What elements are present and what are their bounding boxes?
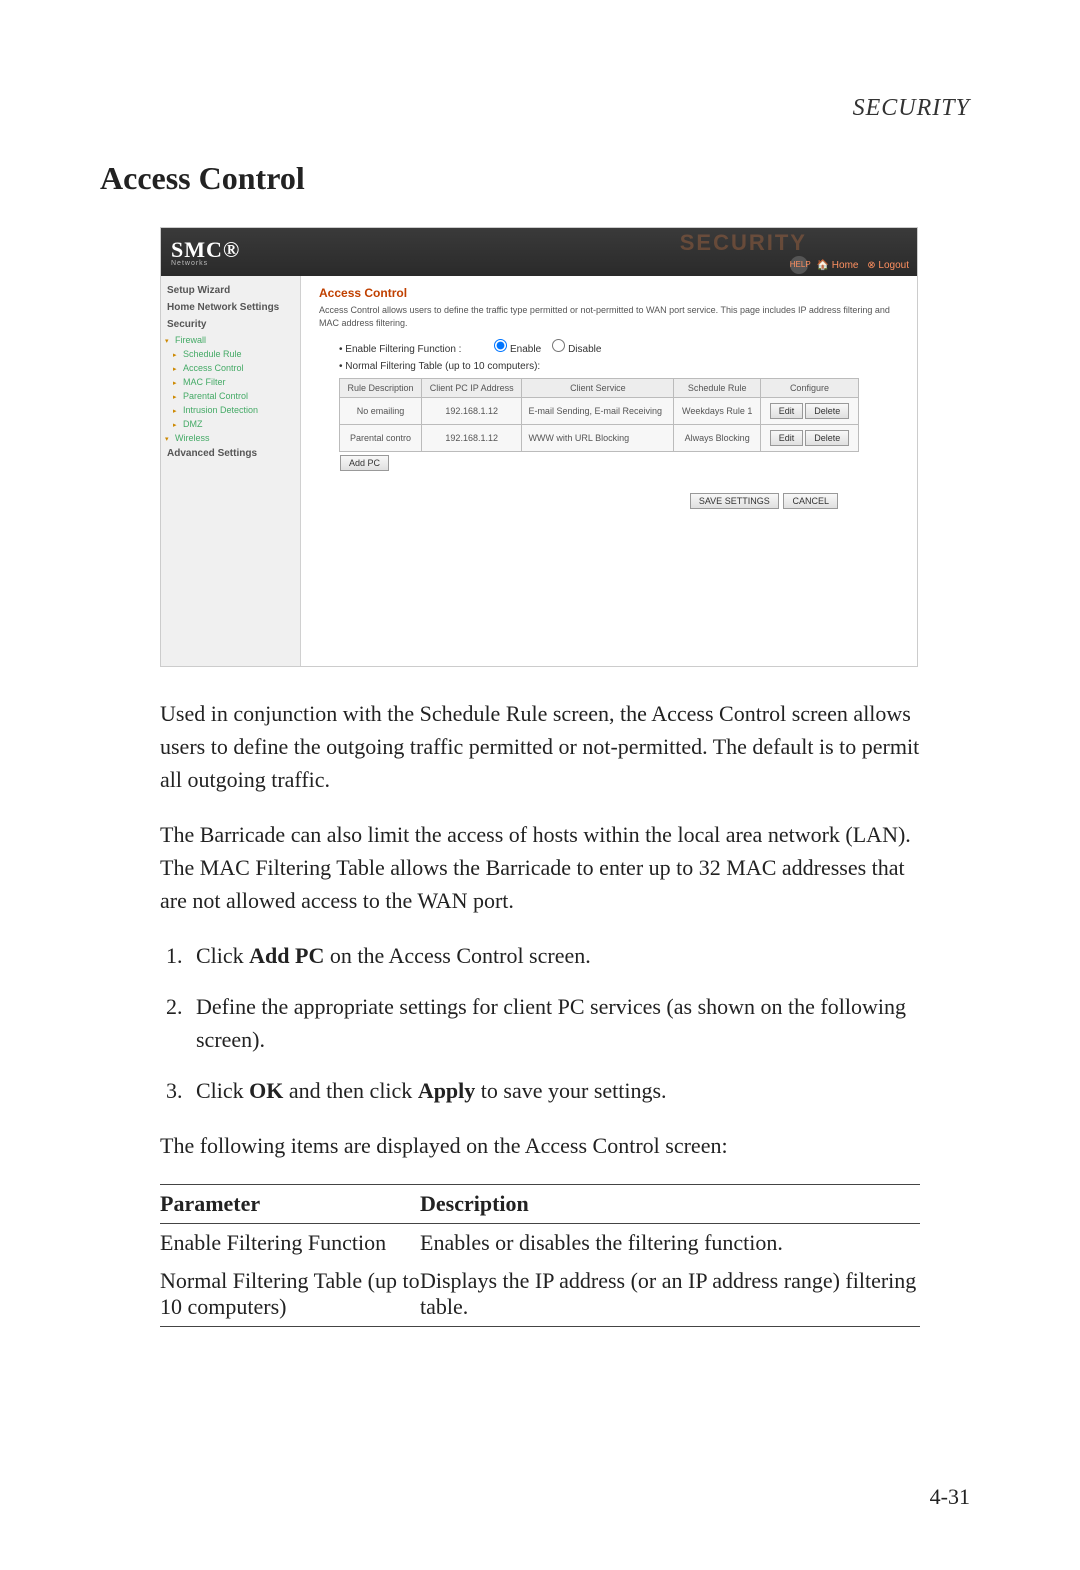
enable-label: Enable Filtering Function : bbox=[345, 344, 461, 355]
cell-service: E-mail Sending, E-mail Receiving bbox=[522, 398, 674, 425]
cell-rule: No emailing bbox=[340, 398, 422, 425]
param-name: Normal Filtering Table (up to 10 compute… bbox=[160, 1262, 420, 1327]
sidebar-item-access-control[interactable]: Access Control bbox=[161, 361, 300, 375]
paragraph-1: Used in conjunction with the Schedule Ru… bbox=[160, 697, 920, 796]
logout-link[interactable]: ⊗ Logout bbox=[867, 260, 909, 271]
cell-rule: Parental contro bbox=[340, 425, 422, 452]
sidebar-item-wireless[interactable]: Wireless bbox=[161, 431, 300, 445]
enable-row: • Enable Filtering Function : Enable Dis… bbox=[339, 339, 899, 355]
cell-ip: 192.168.1.12 bbox=[421, 425, 521, 452]
param-desc: Enables or disables the filtering functi… bbox=[420, 1224, 920, 1263]
header-ghost-text: SECURITY bbox=[680, 230, 807, 256]
th-rule: Rule Description bbox=[340, 379, 422, 398]
th-configure: Configure bbox=[760, 379, 858, 398]
panel-description: Access Control allows users to define th… bbox=[319, 304, 899, 329]
body-copy: Used in conjunction with the Schedule Ru… bbox=[160, 697, 920, 1162]
edit-button[interactable]: Edit bbox=[770, 430, 804, 446]
cell-schedule: Weekdays Rule 1 bbox=[674, 398, 760, 425]
home-link[interactable]: 🏠 Home bbox=[817, 260, 859, 271]
edit-button[interactable]: Edit bbox=[770, 403, 804, 419]
param-name: Enable Filtering Function bbox=[160, 1224, 420, 1263]
sidebar-item-setup-wizard[interactable]: Setup Wizard bbox=[161, 282, 300, 299]
cell-schedule: Always Blocking bbox=[674, 425, 760, 452]
paragraph-2: The Barricade can also limit the access … bbox=[160, 818, 920, 917]
normal-filtering-label: • Normal Filtering Table (up to 10 compu… bbox=[339, 361, 899, 372]
th-client-ip: Client PC IP Address bbox=[421, 379, 521, 398]
cell-configure: EditDelete bbox=[760, 398, 858, 425]
content-panel: Access Control Access Control allows use… bbox=[301, 276, 917, 666]
param-header-description: Description bbox=[420, 1185, 920, 1224]
sidebar-item-security[interactable]: Security bbox=[161, 316, 300, 333]
sidebar-item-schedule-rule[interactable]: Schedule Rule bbox=[161, 347, 300, 361]
delete-button[interactable]: Delete bbox=[805, 430, 849, 446]
table-row: Parental contro 192.168.1.12 WWW with UR… bbox=[340, 425, 859, 452]
cancel-button[interactable]: CANCEL bbox=[783, 493, 838, 509]
sidebar-item-firewall[interactable]: Firewall bbox=[161, 333, 300, 347]
disable-radio-label: Disable bbox=[568, 344, 601, 355]
header-links: HELP 🏠 Home ⊗ Logout bbox=[784, 256, 909, 274]
step-2: Define the appropriate settings for clie… bbox=[188, 990, 920, 1056]
app-header: SMC® Networks SECURITY HELP 🏠 Home ⊗ Log… bbox=[161, 228, 917, 276]
save-settings-button[interactable]: SAVE SETTINGS bbox=[690, 493, 779, 509]
logo: SMC® bbox=[171, 237, 240, 263]
cell-ip: 192.168.1.12 bbox=[421, 398, 521, 425]
parameter-table: Parameter Description Enable Filtering F… bbox=[160, 1184, 920, 1327]
paragraph-3: The following items are displayed on the… bbox=[160, 1129, 920, 1162]
embedded-screenshot: SMC® Networks SECURITY HELP 🏠 Home ⊗ Log… bbox=[160, 227, 918, 667]
panel-heading: Access Control bbox=[319, 286, 899, 300]
th-client-service: Client Service bbox=[522, 379, 674, 398]
enable-radio[interactable] bbox=[494, 339, 507, 352]
sidebar-item-dmz[interactable]: DMZ bbox=[161, 417, 300, 431]
th-schedule: Schedule Rule bbox=[674, 379, 760, 398]
cell-service: WWW with URL Blocking bbox=[522, 425, 674, 452]
sidebar-item-mac-filter[interactable]: MAC Filter bbox=[161, 375, 300, 389]
page-title: Access Control bbox=[100, 160, 980, 197]
disable-radio[interactable] bbox=[552, 339, 565, 352]
page-number: 4-31 bbox=[930, 1484, 970, 1510]
add-pc-button[interactable]: Add PC bbox=[340, 455, 389, 471]
enable-radio-label: Enable bbox=[510, 344, 541, 355]
sidebar-item-parental-control[interactable]: Parental Control bbox=[161, 389, 300, 403]
filtering-table: Rule Description Client PC IP Address Cl… bbox=[339, 378, 859, 452]
help-icon[interactable]: HELP bbox=[790, 256, 808, 274]
sidebar: Setup Wizard Home Network Settings Secur… bbox=[161, 276, 301, 666]
param-header-parameter: Parameter bbox=[160, 1185, 420, 1224]
delete-button[interactable]: Delete bbox=[805, 403, 849, 419]
step-1: Click Add PC on the Access Control scree… bbox=[188, 939, 920, 972]
sidebar-item-home-network[interactable]: Home Network Settings bbox=[161, 299, 300, 316]
sidebar-item-advanced[interactable]: Advanced Settings bbox=[161, 445, 300, 462]
param-desc: Displays the IP address (or an IP addres… bbox=[420, 1262, 920, 1327]
cell-configure: EditDelete bbox=[760, 425, 858, 452]
sidebar-item-intrusion[interactable]: Intrusion Detection bbox=[161, 403, 300, 417]
section-header: SECURITY bbox=[853, 95, 970, 122]
table-row: No emailing 192.168.1.12 E-mail Sending,… bbox=[340, 398, 859, 425]
step-3: Click OK and then click Apply to save yo… bbox=[188, 1074, 920, 1107]
